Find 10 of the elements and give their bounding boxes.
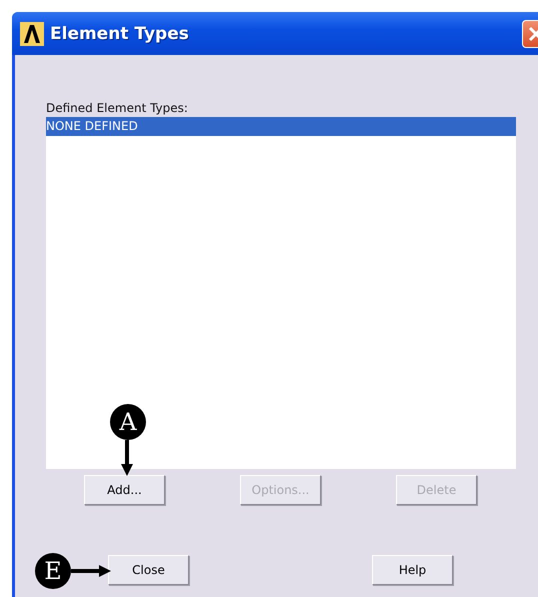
list-button[interactable]: Add... <box>84 475 165 505</box>
logo-icon <box>20 22 44 46</box>
list-item[interactable]: NONE DEFINED <box>46 117 516 136</box>
dialog-button[interactable]: Close <box>108 555 189 585</box>
callout-marker: E <box>35 553 71 589</box>
callout-arrow <box>121 440 133 476</box>
list-label: Defined Element Types: <box>46 100 189 117</box>
dialog-button[interactable]: Help <box>372 555 453 585</box>
callout-arrow <box>71 565 111 577</box>
window-title: Element Types <box>50 24 189 44</box>
